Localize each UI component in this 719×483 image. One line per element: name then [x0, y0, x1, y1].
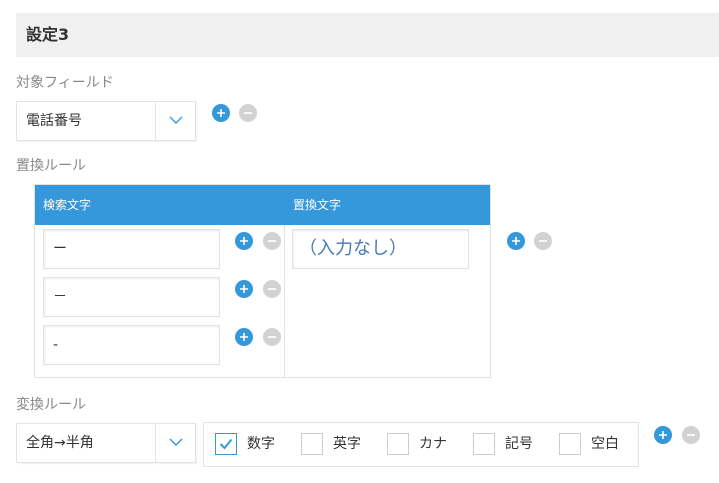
minus-icon: [687, 434, 695, 436]
add-convert-rule-button[interactable]: [654, 426, 672, 444]
search-text-input[interactable]: －: [43, 277, 220, 317]
checkbox-box[interactable]: [559, 433, 581, 455]
add-target-field-button[interactable]: [212, 104, 230, 122]
plus-icon: [659, 431, 667, 439]
chevron-down-icon[interactable]: [155, 102, 195, 140]
minus-icon: [268, 336, 276, 338]
checkbox-label: カナ: [419, 436, 447, 452]
checkbox-box[interactable]: [301, 433, 323, 455]
checkbox-label: 記号: [505, 436, 533, 452]
checkbox-box[interactable]: [473, 433, 495, 455]
target-field-select-value: 電話番号: [26, 113, 82, 129]
remove-search-row-button[interactable]: [263, 328, 281, 346]
section-title: 設定3: [26, 25, 70, 44]
plus-icon: [240, 333, 248, 341]
checkbox-label: 数字: [247, 436, 275, 452]
convert-rule-select-value: 全角→半角: [26, 435, 94, 451]
search-text-input[interactable]: -: [43, 325, 220, 365]
replace-rule-table-header: 検索文字 置換文字: [35, 185, 490, 225]
add-search-row-button[interactable]: [235, 232, 253, 250]
convert-rule-select[interactable]: 全角→半角: [16, 423, 196, 463]
add-search-row-button[interactable]: [235, 280, 253, 298]
checkbox-label: 空白: [591, 436, 619, 452]
search-column-header: 検索文字: [43, 198, 92, 212]
target-field-label: 対象フィールド: [16, 75, 114, 91]
column-divider: [284, 225, 285, 377]
minus-icon: [268, 240, 276, 242]
replace-text-input[interactable]: （入力なし）: [292, 229, 469, 269]
search-text-input[interactable]: ー: [43, 229, 220, 269]
checkbox-label: 英字: [333, 436, 361, 452]
replace-rule-table: 検索文字 置換文字 ー － - （入力なし）: [34, 184, 491, 378]
minus-icon: [244, 112, 252, 114]
plus-icon: [240, 237, 248, 245]
replace-column-header: 置換文字: [293, 198, 342, 212]
minus-icon: [268, 288, 276, 290]
remove-search-row-button[interactable]: [263, 232, 281, 250]
plus-icon: [217, 109, 225, 117]
convert-options-group: 数字 英字 カナ 記号 空白: [203, 422, 639, 467]
chevron-down-icon[interactable]: [155, 424, 195, 462]
remove-search-row-button[interactable]: [263, 280, 281, 298]
add-replace-rule-button[interactable]: [507, 232, 525, 250]
checkbox-box[interactable]: [215, 433, 237, 455]
section-header: 設定3: [16, 13, 719, 57]
plus-icon: [512, 237, 520, 245]
minus-icon: [539, 240, 547, 242]
remove-convert-rule-button[interactable]: [682, 426, 700, 444]
replace-rule-label: 置換ルール: [16, 158, 86, 174]
plus-icon: [240, 285, 248, 293]
remove-target-field-button[interactable]: [239, 104, 257, 122]
remove-replace-rule-button[interactable]: [534, 232, 552, 250]
checkbox-box[interactable]: [387, 433, 409, 455]
convert-rule-label: 変換ルール: [16, 397, 86, 413]
target-field-select[interactable]: 電話番号: [16, 101, 196, 141]
checkmark-icon: [219, 438, 233, 450]
add-search-row-button[interactable]: [235, 328, 253, 346]
